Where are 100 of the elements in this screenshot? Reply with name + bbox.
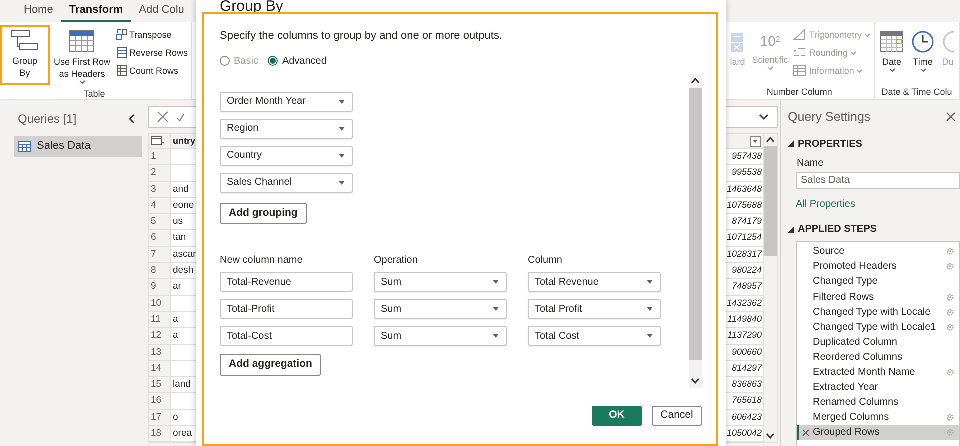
applied-step[interactable]: Reordered Columns xyxy=(797,350,959,365)
count-rows-icon xyxy=(116,65,128,77)
table-menu-icon[interactable] xyxy=(151,136,165,146)
caret-icon xyxy=(856,68,864,74)
row-number: 6 xyxy=(149,230,171,247)
applied-step[interactable]: Changed Type xyxy=(797,274,959,290)
applied-step[interactable]: Extracted Month Name xyxy=(797,365,959,380)
applied-step[interactable]: Extracted Year xyxy=(797,380,959,396)
text-field[interactable]: Total-Revenue xyxy=(220,272,353,292)
query-item[interactable]: Sales Data xyxy=(14,136,142,156)
caret-icon xyxy=(339,154,345,158)
ribbon-button[interactable]: Time xyxy=(908,25,938,77)
field-label: Name xyxy=(797,156,825,171)
caret-icon xyxy=(766,66,774,71)
table-icon xyxy=(69,30,96,54)
section-heading: APPLIED STEPS xyxy=(798,223,877,238)
applied-step[interactable]: Changed Type with Locale1 xyxy=(797,320,959,335)
applied-step[interactable]: Filtered Rows xyxy=(797,290,959,305)
text-field[interactable]: Total-Profit xyxy=(220,299,353,320)
applied-step[interactable]: Promoted Headers xyxy=(797,259,959,274)
calendar-icon xyxy=(880,30,904,54)
pane-title: Queries [1] xyxy=(18,111,77,128)
delete-icon[interactable] xyxy=(802,428,810,437)
row-number: 2 xyxy=(149,165,171,182)
dropdown[interactable]: Sum xyxy=(374,299,507,320)
ribbon-button[interactable]: Date xyxy=(877,25,907,77)
ribbon-button[interactable]: Use First Row as Headers xyxy=(51,25,114,89)
caret-icon xyxy=(888,68,896,73)
row-number: 18 xyxy=(149,426,171,442)
row-number: 10 xyxy=(149,296,171,312)
radio-button[interactable]: Advanced xyxy=(268,54,327,68)
ribbon-button[interactable]: Group By xyxy=(0,25,50,85)
caret-icon xyxy=(864,32,871,38)
collapse-icon[interactable] xyxy=(788,226,794,233)
applied-step[interactable]: Merged Columns xyxy=(797,410,959,426)
dropdown[interactable]: Order Month Year xyxy=(220,92,353,112)
calculator-icon xyxy=(730,30,745,54)
row-number: 14 xyxy=(149,360,171,378)
caret-icon xyxy=(920,68,926,73)
dropdown[interactable]: Region xyxy=(220,118,353,138)
information-icon xyxy=(793,65,808,77)
scrollbar[interactable] xyxy=(764,134,777,442)
group-by-icon xyxy=(10,29,40,53)
close-icon[interactable] xyxy=(157,111,169,123)
name-field[interactable]: Sales Data xyxy=(796,172,960,189)
collapse-icon[interactable] xyxy=(788,141,794,148)
column-label: New column name xyxy=(220,254,304,268)
add-aggregation-button[interactable]: Add aggregation xyxy=(220,354,322,376)
group-label: Date & Time Colu xyxy=(880,87,954,98)
ribbon-button[interactable]: Transpose xyxy=(114,27,190,43)
ribbon-tab[interactable]: Home xyxy=(16,1,62,22)
ribbon-button[interactable]: Count Rows xyxy=(114,63,190,79)
applied-step[interactable]: Changed Type with Locale xyxy=(797,304,959,320)
dropdown[interactable]: Total Revenue xyxy=(528,272,661,292)
caret-icon xyxy=(647,280,653,284)
section-heading: PROPERTIES xyxy=(798,138,862,152)
row-number: 1 xyxy=(149,149,171,166)
row-number: 13 xyxy=(149,344,171,361)
close-icon[interactable] xyxy=(946,112,956,122)
applied-step[interactable]: Duplicated Column xyxy=(797,334,959,350)
row-number: 4 xyxy=(149,198,171,214)
gear-icon[interactable] xyxy=(946,368,955,378)
caret-icon xyxy=(339,180,345,184)
collapse-icon[interactable] xyxy=(128,114,136,124)
ok-button[interactable]: OK xyxy=(592,406,642,426)
group-label: Table xyxy=(82,89,106,99)
column-label: Operation xyxy=(374,254,419,268)
row-number: 16 xyxy=(149,393,171,410)
chevron-down-icon[interactable] xyxy=(759,114,769,120)
text-field[interactable]: Total-Cost xyxy=(220,326,353,346)
caret-icon xyxy=(78,80,86,85)
dropdown[interactable]: Sales Channel xyxy=(220,172,353,192)
triangle-icon xyxy=(793,29,808,41)
applied-step[interactable]: Source xyxy=(797,244,959,260)
caret-icon xyxy=(647,307,653,312)
ribbon-button[interactable]: Reverse Rows xyxy=(114,45,190,61)
row-number: 5 xyxy=(149,214,171,230)
check-icon[interactable] xyxy=(177,111,184,123)
dropdown[interactable]: Sum xyxy=(374,326,507,346)
caret-icon xyxy=(493,307,499,312)
caret-icon xyxy=(647,334,653,338)
dropdown[interactable]: Total Profit xyxy=(528,299,661,320)
cancel-button[interactable]: Cancel xyxy=(652,406,702,426)
dropdown[interactable]: Sum xyxy=(374,272,507,292)
applied-step[interactable]: Grouped Rows xyxy=(797,425,959,440)
applied-step[interactable]: Renamed Columns xyxy=(797,395,959,410)
dropdown[interactable]: Total Cost xyxy=(528,326,661,346)
reverse-rows-icon xyxy=(116,47,128,59)
ribbon-tab[interactable]: Add Colu xyxy=(131,1,192,22)
filter-button-icon[interactable] xyxy=(750,136,761,146)
scroll-thumb[interactable] xyxy=(764,146,777,256)
row-number: 7 xyxy=(149,246,171,264)
add-grouping-button[interactable]: Add grouping xyxy=(220,202,307,224)
all-properties-link[interactable]: All Properties xyxy=(796,196,856,212)
dialog-description: Specify the columns to group by and one or more outputs. xyxy=(220,29,504,44)
dropdown[interactable]: Country xyxy=(220,146,353,166)
row-number: 17 xyxy=(149,410,171,426)
row-number: 11 xyxy=(149,312,171,328)
row-number: 15 xyxy=(149,377,171,394)
row-number: 12 xyxy=(149,328,171,345)
